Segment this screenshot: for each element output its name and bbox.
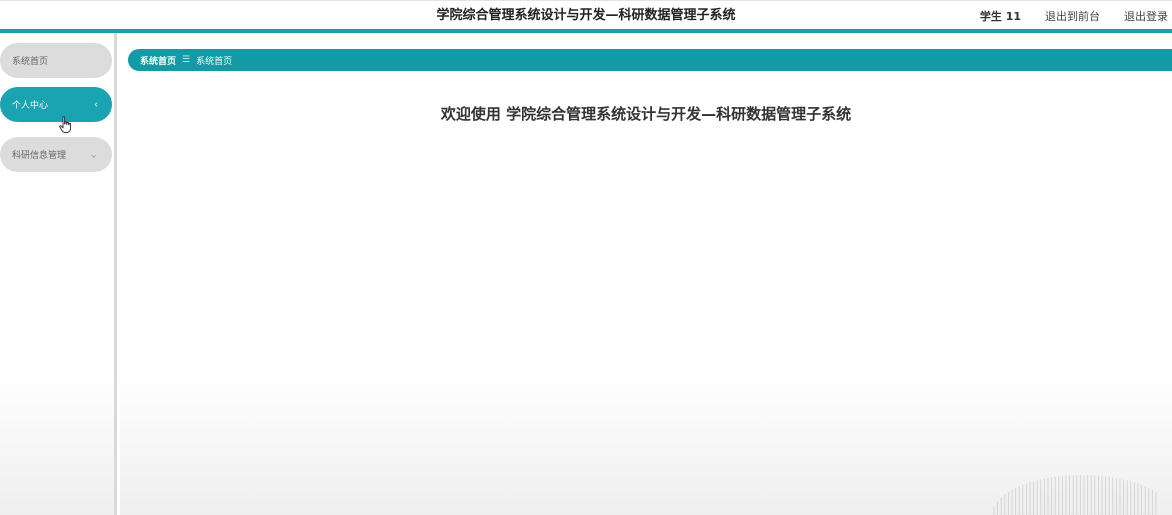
sidebar-item-home[interactable]: 系统首页 — [0, 43, 112, 78]
decorative-lines — [993, 475, 1157, 515]
chevron-left-icon: ‹ — [94, 99, 98, 110]
top-header: 学院综合管理系统设计与开发—科研数据管理子系统 学生 11 退出到前台 退出登录 — [0, 0, 1172, 30]
sidebar-item-label: 系统首页 — [12, 57, 49, 67]
chevron-down-icon: ⌄ — [89, 149, 98, 160]
breadcrumb-home[interactable]: 系统首页 — [140, 54, 176, 67]
breadcrumb-separator-icon: ☰ — [182, 55, 191, 65]
logout-link[interactable]: 退出登录 — [1124, 8, 1168, 24]
welcome-message: 欢迎使用 学院综合管理系统设计与开发—科研数据管理子系统 — [440, 105, 852, 123]
sidebar-item-label: 个人中心 — [12, 101, 49, 111]
sidebar-item-label: 科研信息管理 — [12, 151, 67, 161]
back-to-front-link[interactable]: 退出到前台 — [1045, 8, 1100, 24]
sidebar-item-research-info[interactable]: 科研信息管理 ⌄ — [0, 137, 112, 172]
header-actions: 学生 11 退出到前台 退出登录 — [980, 1, 1168, 30]
breadcrumb-current: 系统首页 — [196, 56, 233, 67]
hand-cursor-icon — [59, 116, 72, 134]
main-content: 系统首页 ☰ 系统首页 欢迎使用 学院综合管理系统设计与开发—科研数据管理子系统 — [120, 33, 1172, 515]
sidebar-item-personal-center[interactable]: 个人中心 ‹ — [0, 87, 112, 122]
current-user: 学生 11 — [979, 9, 1021, 23]
breadcrumb: 系统首页 ☰ 系统首页 — [128, 49, 1172, 71]
sidebar: 系统首页 个人中心 ‹ 科研信息管理 ⌄ — [0, 33, 117, 515]
